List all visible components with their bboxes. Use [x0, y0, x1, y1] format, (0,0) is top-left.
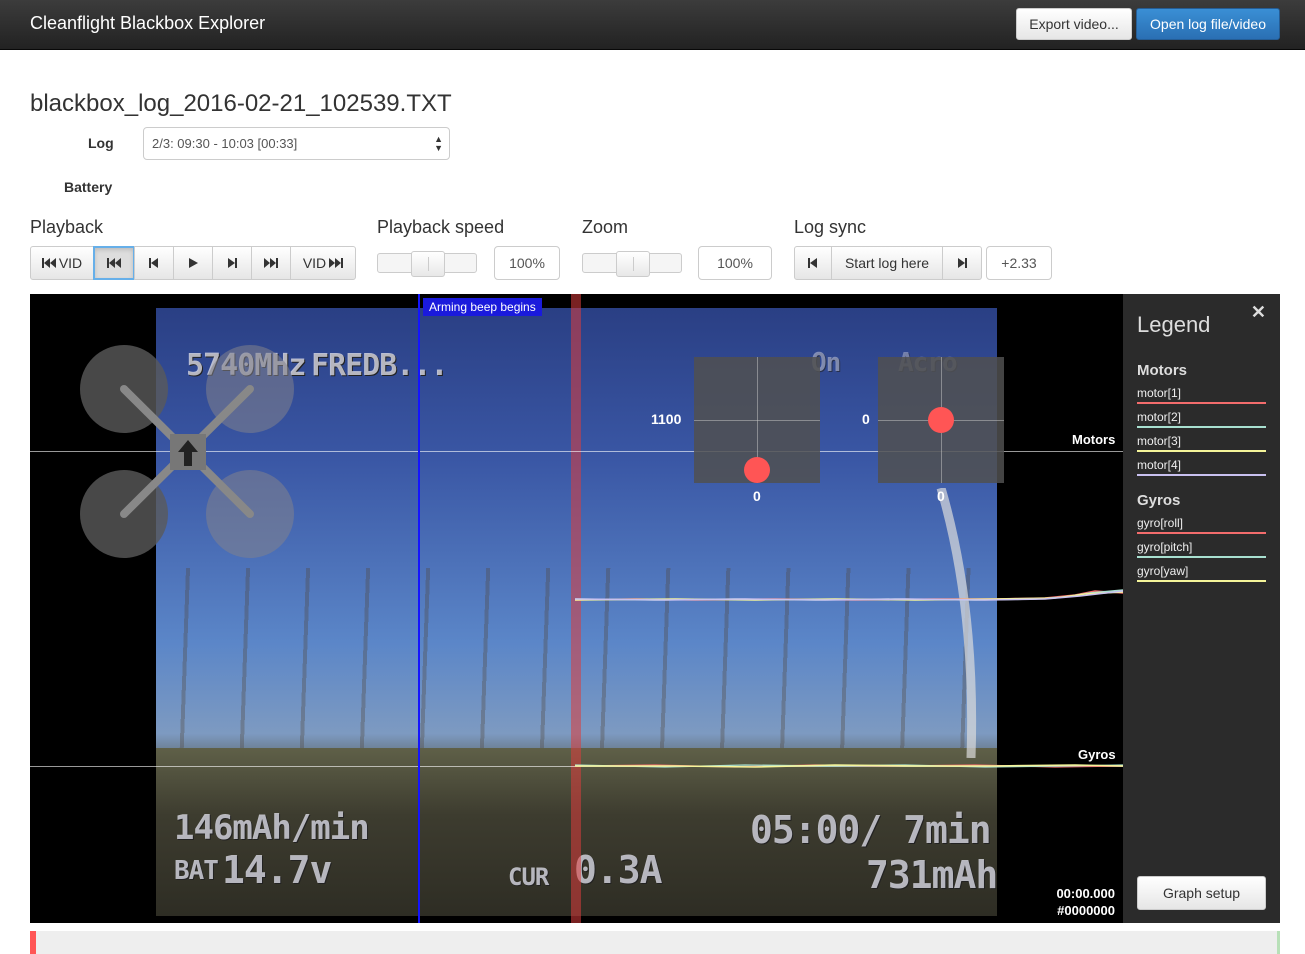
speed-slider-handle[interactable] [411, 251, 445, 277]
time-readout: 00:00.000 [1056, 886, 1115, 901]
open-log-button[interactable]: Open log file/video [1136, 8, 1280, 40]
prev-frame-button[interactable] [134, 246, 174, 280]
zoom-value[interactable]: 100% [698, 246, 772, 280]
skip-start-icon [107, 258, 121, 268]
osd-current-rate: 146mAh/min [174, 808, 370, 848]
playback-speed-value[interactable]: 100% [494, 246, 560, 280]
osd-pilot: FREDB... [311, 348, 448, 383]
next-frame-button[interactable] [212, 246, 252, 280]
osd-voltage: 14.7v [222, 848, 332, 892]
start-log-here-button[interactable]: Start log here [831, 246, 943, 280]
log-sync-controls: Start log here [794, 246, 982, 280]
video-start-label: VID [58, 255, 83, 271]
osd-timer: 05:00/ 7min [750, 808, 992, 852]
log-end-button[interactable] [251, 246, 291, 280]
skip-start-icon [41, 258, 56, 268]
log-graph-canvas[interactable]: 5740MHz FREDB... On Acro 146mAh/min BAT … [30, 294, 1123, 923]
stick-left-throttle-value: 1100 [651, 411, 682, 427]
legend-item-gyro-pitch[interactable]: gyro[pitch] [1137, 540, 1266, 558]
play-icon [189, 258, 198, 268]
gyro-traces [575, 764, 1123, 768]
video-end-button[interactable]: VID [290, 246, 356, 280]
legend-item-gyro-yaw[interactable]: gyro[yaw] [1137, 564, 1266, 582]
log-sync-label: Log sync [794, 217, 867, 237]
stick-right-pitch-value: 0 [862, 411, 870, 427]
log-sync-offset[interactable]: +2.33 [986, 246, 1052, 280]
close-icon[interactable]: ✕ [1251, 302, 1266, 323]
zoom-slider[interactable] [582, 251, 682, 277]
seek-bar-end-marker [1277, 931, 1280, 954]
stick-right-roll-value: 0 [937, 488, 945, 504]
legend-item-motor-4[interactable]: motor[4] [1137, 458, 1266, 476]
sync-next-button[interactable] [942, 246, 982, 280]
zoom-slider-handle[interactable] [616, 251, 650, 277]
motors-axis-label: Motors [1072, 432, 1116, 447]
event-marker-label: Arming beep begins [423, 298, 542, 316]
zoom-label: Zoom [582, 217, 629, 237]
play-button[interactable] [173, 246, 213, 280]
log-select[interactable]: 2/3: 09:30 - 10:03 [00:33] ▲ ▼ [143, 127, 450, 160]
video-sync-band [571, 294, 581, 923]
log-label: Log [88, 135, 114, 151]
app-title: Cleanflight Blackbox Explorer [30, 13, 266, 33]
seek-bar-start-marker [30, 931, 36, 954]
legend-item-gyro-roll[interactable]: gyro[roll] [1137, 516, 1266, 534]
stick-left-dot [744, 457, 770, 483]
log-filename: blackbox_log_2016-02-21_102539.TXT [30, 90, 452, 117]
stick-left-yaw-value: 0 [753, 488, 761, 504]
legend-item-motor-1[interactable]: motor[1] [1137, 386, 1266, 404]
motor-traces [575, 589, 1123, 601]
stick-right-dot [928, 407, 954, 433]
step-back-icon [149, 258, 158, 268]
video-end-label: VID [302, 255, 327, 271]
export-video-button[interactable]: Export video... [1016, 8, 1132, 40]
sync-prev-button[interactable] [794, 246, 832, 280]
stick-left-haxis [694, 420, 820, 421]
legend-item-motor-2[interactable]: motor[2] [1137, 410, 1266, 428]
skip-end-icon [264, 258, 278, 268]
playback-controls: VID VID [30, 246, 356, 280]
step-back-icon [808, 258, 817, 268]
playback-cursor[interactable] [418, 294, 420, 923]
playback-label: Playback [30, 217, 104, 237]
step-forward-icon [958, 258, 967, 268]
legend-group-motors: Motors [1137, 362, 1187, 379]
legend-title: Legend [1137, 312, 1211, 337]
legend-group-gyros: Gyros [1137, 492, 1181, 509]
osd-mah-used: 731mAh [866, 853, 997, 897]
playback-speed-slider[interactable] [377, 251, 477, 277]
step-forward-icon [228, 258, 237, 268]
skip-end-icon [329, 258, 344, 268]
legend-panel: Legend ✕ Motors motor[1] motor[2] motor[… [1123, 294, 1280, 923]
select-arrows-icon: ▲ ▼ [434, 134, 443, 153]
log-start-button[interactable] [93, 246, 135, 280]
legend-item-motor-3[interactable]: motor[3] [1137, 434, 1266, 452]
navbar: Cleanflight Blackbox Explorer Export vid… [0, 0, 1305, 50]
craft-diagram [80, 345, 294, 558]
playback-speed-label: Playback speed [377, 217, 505, 237]
log-select-value: 2/3: 09:30 - 10:03 [00:33] [152, 136, 298, 151]
frame-readout: #0000000 [1057, 903, 1115, 918]
graph-setup-button[interactable]: Graph setup [1137, 876, 1266, 910]
osd-current: 0.3A [574, 848, 663, 892]
seek-bar[interactable] [30, 931, 1280, 954]
battery-label: Battery [64, 179, 113, 195]
video-antenna [936, 488, 977, 758]
video-start-button[interactable]: VID [30, 246, 94, 280]
osd-cur-label: CUR [508, 863, 549, 891]
osd-bat-label: BAT [174, 856, 219, 886]
stick-display-left [694, 357, 820, 483]
stick-display-right [878, 357, 1004, 483]
